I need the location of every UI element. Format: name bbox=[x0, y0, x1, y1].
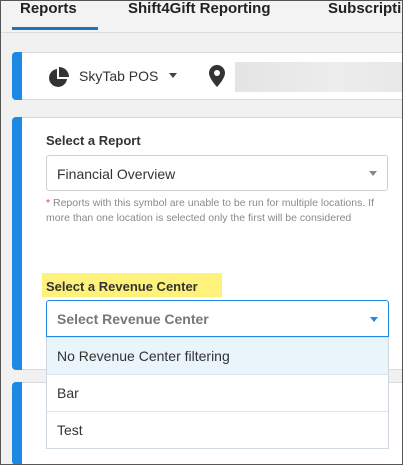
tab-reports[interactable]: Reports bbox=[12, 0, 98, 33]
dropdown-option-test[interactable]: Test bbox=[47, 411, 388, 448]
tab-shift4gift-label: Shift4Gift Reporting bbox=[128, 0, 271, 17]
chevron-down-icon[interactable] bbox=[169, 73, 177, 78]
note-text: Reports with this symbol are unable to b… bbox=[46, 197, 374, 224]
tab-shift4gift-reporting[interactable]: Shift4Gift Reporting bbox=[128, 0, 271, 33]
tab-reports-label: Reports bbox=[20, 0, 77, 17]
card-accent-bar bbox=[12, 52, 22, 100]
revenue-center-placeholder: Select Revenue Center bbox=[57, 311, 209, 327]
dropdown-option-bar[interactable]: Bar bbox=[47, 374, 388, 411]
card-accent-bar bbox=[12, 117, 22, 370]
chevron-down-icon bbox=[370, 317, 378, 322]
revenue-center-select[interactable]: Select Revenue Center bbox=[46, 300, 389, 337]
report-select[interactable]: Financial Overview bbox=[46, 155, 388, 191]
chevron-down-icon bbox=[369, 171, 377, 176]
card-accent-bar bbox=[12, 382, 22, 465]
tab-subscriptions-label: Subscripti bbox=[328, 0, 402, 17]
report-select-value: Financial Overview bbox=[57, 166, 176, 182]
location-card: SkyTab POS bbox=[12, 52, 403, 100]
revenue-center-label: Select a Revenue Center bbox=[42, 273, 222, 297]
revenue-center-dropdown: No Revenue Center filtering Bar Test bbox=[46, 337, 389, 449]
active-tab-indicator bbox=[12, 27, 98, 30]
location-selector-redacted[interactable] bbox=[235, 62, 403, 92]
tab-bar: Reports Shift4Gift Reporting Subscripti bbox=[0, 0, 403, 33]
pie-chart-icon bbox=[49, 67, 69, 87]
multi-location-note: * Reports with this symbol are unable to… bbox=[46, 196, 391, 226]
pos-selector[interactable]: SkyTab POS bbox=[79, 68, 158, 84]
map-pin-icon bbox=[209, 65, 225, 87]
dropdown-option-no-filter[interactable]: No Revenue Center filtering bbox=[47, 337, 388, 374]
select-report-label: Select a Report bbox=[46, 133, 141, 148]
tab-subscriptions[interactable]: Subscripti bbox=[328, 0, 401, 33]
